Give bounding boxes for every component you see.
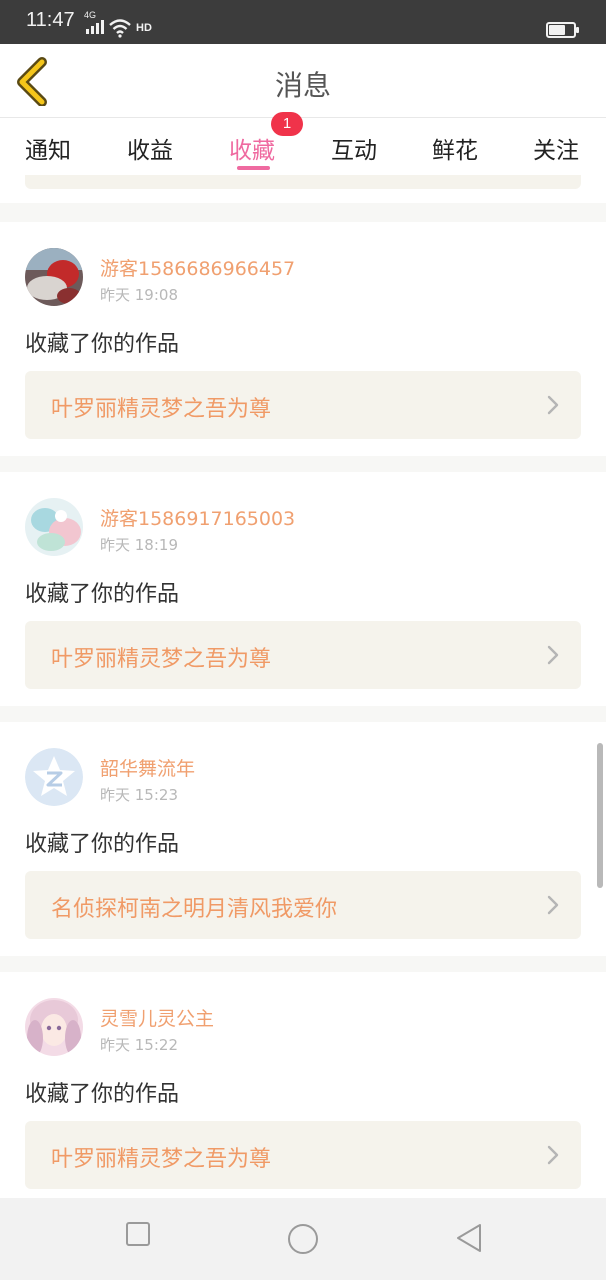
signal-icon [86,20,104,34]
battery-level [549,25,565,35]
username[interactable]: 韶华舞流年 [100,754,195,781]
work-link[interactable]: 叶罗丽精灵梦之吾为尊 [25,371,581,439]
work-title: 叶罗丽精灵梦之吾为尊 [51,397,272,422]
header: 消息 [0,44,606,118]
tab-favorites[interactable]: 收藏 [229,131,275,165]
timestamp: 昨天 19:08 [100,286,178,304]
avatar[interactable] [25,748,83,806]
chevron-right-icon [547,645,559,665]
work-link[interactable]: 叶罗丽精灵梦之吾为尊 [25,1121,581,1189]
battery-icon [546,22,579,38]
avatar[interactable] [25,248,83,306]
message-card: 游客1586917165003 昨天 18:19 收藏了你的作品 叶罗丽精灵梦之… [0,472,606,706]
timestamp: 昨天 18:19 [100,536,178,554]
triangle-back-icon[interactable] [454,1222,484,1254]
active-tab-indicator [237,166,270,170]
status-time: 11:47 [26,9,75,31]
tab-following[interactable]: 关注 [533,131,579,165]
timestamp: 昨天 15:23 [100,786,178,804]
chevron-right-icon [547,395,559,415]
avatar[interactable] [25,498,83,556]
status-bar: 11:47 4G HD [0,0,606,44]
work-title: 叶罗丽精灵梦之吾为尊 [51,1147,272,1172]
tab-flowers[interactable]: 鲜花 [432,131,478,165]
message-list[interactable]: 游客1586686966457 昨天 19:08 收藏了你的作品 叶罗丽精灵梦之… [0,175,606,1198]
tab-earnings[interactable]: 收益 [127,131,173,165]
tab-interactions[interactable]: 互动 [331,131,377,165]
work-title: 名侦探柯南之明月清风我爱你 [51,897,338,922]
avatar[interactable] [25,998,83,1056]
action-text: 收藏了你的作品 [25,1082,180,1107]
previous-card-tail [0,175,606,203]
username[interactable]: 灵雪儿灵公主 [100,1004,214,1031]
timestamp: 昨天 15:22 [100,1036,178,1054]
username[interactable]: 游客1586686966457 [100,254,295,281]
action-text: 收藏了你的作品 [25,582,180,607]
message-card: 韶华舞流年 昨天 15:23 收藏了你的作品 名侦探柯南之明月清风我爱你 [0,722,606,956]
page-title: 消息 [274,69,331,102]
hd-indicator: HD [136,22,152,34]
chevron-right-icon [547,1145,559,1165]
square-recents-icon[interactable] [124,1220,152,1248]
tab-bar: 通知 收益 收藏 互动 鲜花 关注 [0,119,606,175]
navigation-bar [0,1198,606,1280]
message-card: 灵雪儿灵公主 昨天 15:22 收藏了你的作品 叶罗丽精灵梦之吾为尊 [0,972,606,1198]
action-text: 收藏了你的作品 [25,832,180,857]
message-card: 游客1586686966457 昨天 19:08 收藏了你的作品 叶罗丽精灵梦之… [0,222,606,456]
chevron-right-icon [547,895,559,915]
scrollbar[interactable] [597,743,603,888]
username[interactable]: 游客1586917165003 [100,504,295,531]
wifi-icon [109,19,131,38]
previous-work-link[interactable] [25,175,581,189]
work-link[interactable]: 叶罗丽精灵梦之吾为尊 [25,621,581,689]
action-text: 收藏了你的作品 [25,332,180,357]
tab-badge: 1 [271,112,303,136]
tab-notifications[interactable]: 通知 [25,131,71,165]
network-type: 4G [84,10,97,20]
work-link[interactable]: 名侦探柯南之明月清风我爱你 [25,871,581,939]
work-title: 叶罗丽精灵梦之吾为尊 [51,647,272,672]
circle-home-icon[interactable] [286,1222,320,1256]
